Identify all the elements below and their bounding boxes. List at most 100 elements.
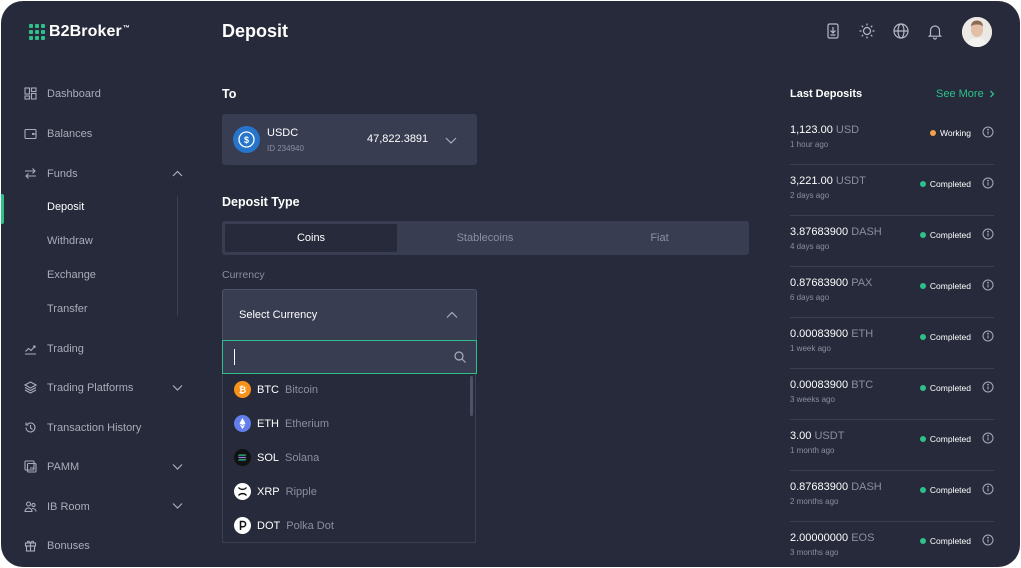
amount-value: 1,123.00 — [790, 124, 833, 136]
status-label: Completed — [929, 332, 971, 342]
to-account-select[interactable]: $ USDC ID 234940 47,822.3891 — [222, 114, 477, 165]
amount-value: 0.87683900 — [790, 277, 849, 289]
deposit-row[interactable]: 0.87683900 PAX 6 days ago Completed — [790, 267, 994, 318]
sidebar-item-bonuses[interactable]: Bonuses — [24, 539, 90, 552]
amount-currency: USDT — [835, 175, 866, 187]
sidebar-subitem-exchange[interactable]: Exchange — [47, 269, 96, 281]
amount-value: 0.87683900 — [790, 481, 849, 493]
status-badge: Completed — [919, 536, 971, 546]
deposit-amount: 0.00083900 ETH — [790, 328, 873, 340]
deposit-row[interactable]: 0.00083900 BTC 3 weeks ago Completed — [790, 369, 994, 420]
info-icon[interactable] — [982, 534, 994, 546]
amount-currency: ETH — [851, 328, 874, 340]
sidebar-item-balances[interactable]: Balances — [24, 127, 92, 140]
avatar-image-icon — [962, 17, 992, 47]
chevron-up-icon[interactable] — [171, 167, 184, 180]
chevron-down-icon — [445, 137, 457, 144]
currency-option-xrp[interactable]: XRP Ripple — [234, 483, 317, 500]
currency-option-dot[interactable]: DOT Polka Dot — [234, 517, 334, 534]
user-avatar[interactable] — [962, 17, 992, 47]
dashboard-icon — [24, 87, 37, 100]
deposit-row[interactable]: 0.00083900 ETH 1 week ago Completed — [790, 318, 994, 369]
amount-currency: EOS — [851, 532, 875, 544]
status-badge: Completed — [919, 179, 971, 189]
status-label: Completed — [929, 536, 971, 546]
sidebar-item-label: Transaction History — [47, 421, 142, 434]
deposit-amount: 3.00 USDT — [790, 430, 844, 442]
amount-currency: DASH — [851, 226, 882, 238]
sidebar-subitem-deposit[interactable]: Deposit — [47, 201, 84, 213]
info-icon[interactable] — [982, 432, 994, 444]
currency-search-input[interactable] — [234, 349, 444, 365]
currency-select-text: Select Currency — [239, 309, 318, 321]
option-code: XRP — [257, 485, 280, 498]
tab-coins[interactable]: Coins — [225, 224, 397, 252]
tab-fiat[interactable]: Fiat — [573, 224, 746, 252]
last-deposits-title: Last Deposits — [790, 88, 863, 100]
users-icon — [24, 501, 37, 513]
search-icon[interactable] — [453, 350, 467, 364]
info-icon[interactable] — [982, 483, 994, 495]
info-icon[interactable] — [982, 330, 994, 342]
currency-option-sol[interactable]: SOL Solana — [234, 449, 319, 466]
sidebar-item-funds[interactable]: Funds — [24, 167, 78, 180]
amount-currency: USD — [835, 124, 860, 136]
info-icon[interactable] — [982, 381, 994, 393]
amount-value: 3,221.00 — [790, 175, 833, 187]
status-dot — [919, 538, 926, 544]
deposit-row[interactable]: 3,221.00 USDT 2 days ago Completed — [790, 165, 994, 216]
info-icon[interactable] — [982, 177, 994, 189]
sidebar-item-trading[interactable]: Trading — [24, 342, 84, 355]
chevron-down-icon[interactable] — [171, 460, 184, 473]
info-icon[interactable] — [982, 228, 994, 240]
download-icon[interactable] — [824, 22, 842, 40]
deposit-row[interactable]: 2.00000000 EOS 3 months ago Completed — [790, 522, 994, 567]
currency-search-box — [222, 340, 477, 374]
status-label: Completed — [929, 230, 971, 240]
status-badge: Completed — [919, 434, 971, 444]
status-badge: Completed — [919, 281, 971, 291]
gift-icon — [24, 540, 37, 552]
status-label: Working — [939, 128, 971, 138]
dropdown-scrollbar[interactable] — [470, 376, 473, 416]
deposit-time: 3 months ago — [790, 548, 839, 557]
sidebar-item-ib-room[interactable]: IB Room — [24, 500, 90, 513]
brand-logo[interactable]: B2Broker™ — [29, 23, 130, 41]
info-icon[interactable] — [982, 279, 994, 291]
sidebar-item-transaction-history[interactable]: Transaction History — [24, 421, 141, 434]
deposit-row[interactable]: 1,123.00 USD 1 hour ago Working — [790, 114, 994, 165]
deposit-time: 1 month ago — [790, 446, 835, 455]
amount-currency: USDT — [814, 430, 845, 442]
account-id: ID 234940 — [267, 144, 304, 153]
currency-option-btc[interactable]: ₿ BTC Bitcoin — [234, 381, 318, 398]
bell-icon[interactable] — [926, 22, 944, 40]
tab-stablecoins[interactable]: Stablecoins — [399, 224, 571, 252]
info-icon[interactable] — [982, 126, 994, 138]
transfer-icon — [25, 168, 36, 179]
globe-icon[interactable] — [892, 22, 910, 40]
deposit-row[interactable]: 3.87683900 DASH 4 days ago Completed — [790, 216, 994, 267]
bitcoin-icon: ₿ — [234, 381, 251, 398]
see-more-link[interactable]: See More — [936, 88, 996, 100]
sidebar-item-dashboard[interactable]: Dashboard — [24, 87, 101, 100]
sun-icon[interactable] — [858, 22, 876, 40]
deposit-row[interactable]: 0.87683900 DASH 2 months ago Completed — [790, 471, 994, 522]
chevron-down-icon[interactable] — [171, 499, 184, 512]
option-code: SOL — [257, 451, 280, 464]
status-dot — [919, 283, 926, 289]
deposit-time: 4 days ago — [790, 242, 830, 251]
usdc-coin-icon: $ — [233, 126, 260, 153]
status-badge: Completed — [919, 230, 971, 240]
deposit-amount: 3.87683900 DASH — [790, 226, 882, 238]
sidebar-item-pamm[interactable]: PAMM — [24, 460, 79, 473]
currency-option-eth[interactable]: ETH Etherium — [234, 415, 329, 432]
sidebar-subitem-withdraw[interactable]: Withdraw — [47, 235, 93, 247]
sidebar-item-trading-platforms[interactable]: Trading Platforms — [24, 381, 133, 394]
deposit-type-label: Deposit Type — [222, 195, 300, 209]
chevron-down-icon[interactable] — [171, 381, 184, 394]
sidebar-subitem-transfer[interactable]: Transfer — [47, 303, 88, 315]
deposit-row[interactable]: 3.00 USDT 1 month ago Completed — [790, 420, 994, 471]
amount-value: 0.00083900 — [790, 328, 849, 340]
currency-select[interactable]: Select Currency — [222, 289, 477, 340]
status-label: Completed — [929, 485, 971, 495]
